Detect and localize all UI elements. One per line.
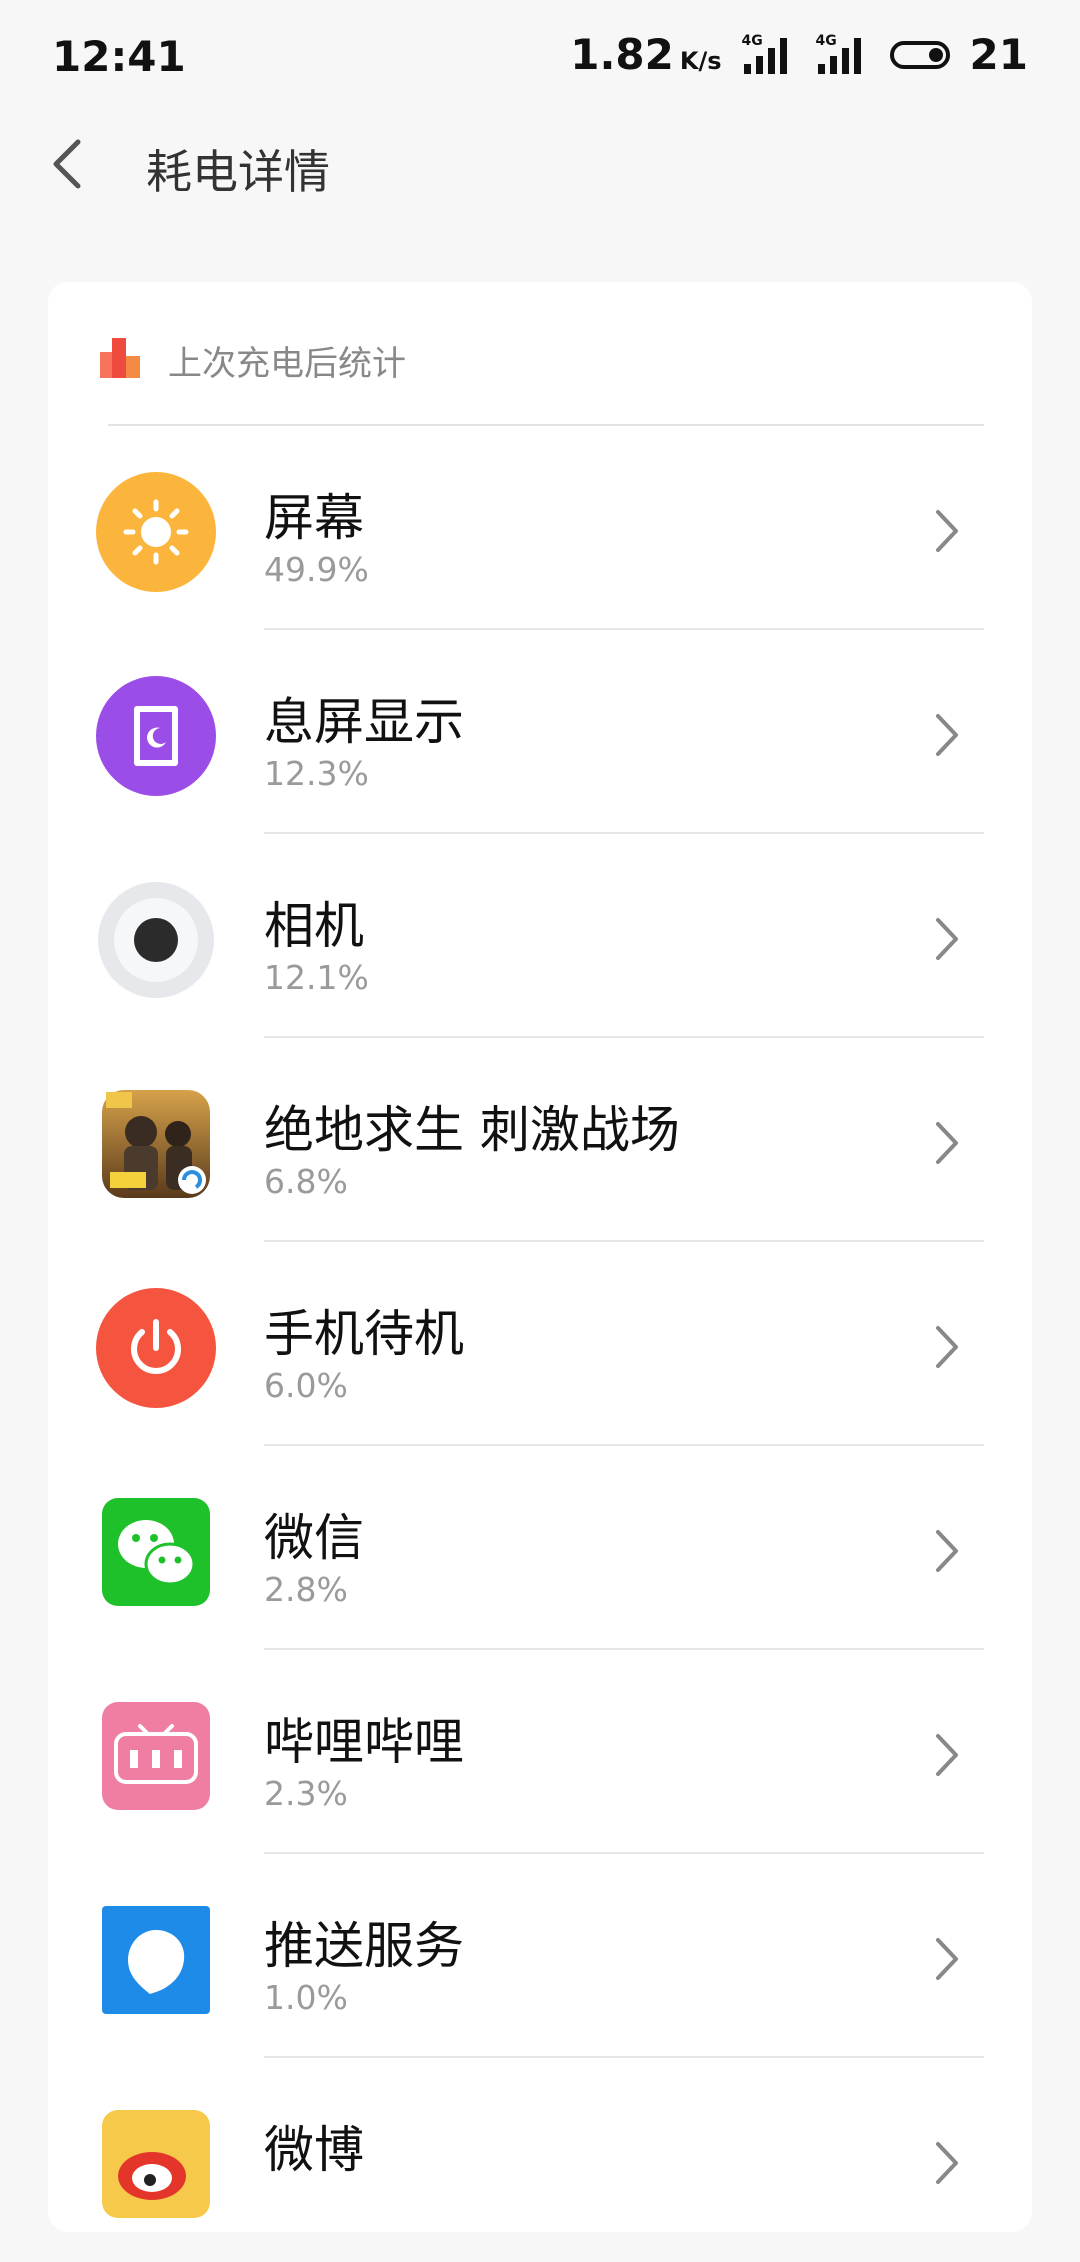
- bilibili-icon: [102, 1702, 210, 1810]
- usage-item-screen[interactable]: 屏幕 49.9%: [48, 426, 1032, 630]
- status-indicators: 1.82 K/s 4G 4G 21: [570, 30, 1028, 79]
- network-speed-value: 1.82: [570, 30, 674, 79]
- weibo-icon: [102, 2110, 210, 2218]
- chevron-right-icon: [936, 1734, 958, 1776]
- usage-item-name: 微信: [264, 1509, 364, 1567]
- status-time: 12:41: [52, 32, 186, 81]
- usage-item-push-service[interactable]: 推送服务 1.0%: [48, 1854, 1032, 2058]
- usage-item-weibo[interactable]: 微博: [48, 2058, 1032, 2262]
- network-speed-unit: K/s: [679, 47, 722, 75]
- brightness-icon: [96, 472, 216, 592]
- signal-icon: 4G: [742, 34, 796, 76]
- usage-item-wechat[interactable]: 微信 2.8%: [48, 1446, 1032, 1650]
- chevron-right-icon: [936, 714, 958, 756]
- network-speed: 1.82 K/s: [570, 30, 721, 79]
- chevron-right-icon: [936, 918, 958, 960]
- network-type-label-2: 4G: [815, 32, 837, 49]
- usage-item-camera[interactable]: 相机 12.1%: [48, 834, 1032, 1038]
- battery-level: 21: [969, 30, 1028, 79]
- usage-item-ambient-display[interactable]: 息屏显示 12.3%: [48, 630, 1032, 834]
- chevron-right-icon: [936, 1938, 958, 1980]
- chevron-right-icon: [936, 2142, 958, 2184]
- usage-item-percent: 2.3%: [264, 1774, 348, 1813]
- chevron-right-icon: [936, 510, 958, 552]
- usage-item-percent: 1.0%: [264, 1978, 348, 2017]
- usage-item-percent: 6.0%: [264, 1366, 348, 1405]
- status-bar: 12:41 1.82 K/s 4G 4G 21: [0, 0, 1080, 112]
- card-header: 上次充电后统计: [48, 282, 1032, 426]
- camera-icon: [98, 882, 214, 998]
- usage-item-percent: 2.8%: [264, 1570, 348, 1609]
- signal-icon-2: 4G: [816, 34, 870, 76]
- usage-item-pubg[interactable]: 绝地求生 刺激战场 6.8%: [48, 1038, 1032, 1242]
- push-service-icon: [102, 1906, 210, 2014]
- battery-usage-card: 上次充电后统计 屏幕 49.9% 息屏显示 12.3% 相机 12.1% 绝地求…: [48, 282, 1032, 2232]
- pubg-app-icon: [102, 1090, 210, 1198]
- usage-item-standby[interactable]: 手机待机 6.0%: [48, 1242, 1032, 1446]
- since-charge-label: 上次充电后统计: [168, 344, 406, 384]
- usage-item-percent: 49.9%: [264, 550, 369, 589]
- usage-item-name: 推送服务: [264, 1917, 464, 1975]
- usage-item-name: 绝地求生 刺激战场: [264, 1101, 680, 1159]
- battery-icon: [889, 40, 950, 69]
- chevron-right-icon: [936, 1530, 958, 1572]
- page-title: 耗电详情: [146, 145, 330, 199]
- usage-item-bilibili[interactable]: 哔哩哔哩 2.3%: [48, 1650, 1032, 1854]
- usage-item-name: 息屏显示: [264, 693, 464, 751]
- power-icon: [96, 1288, 216, 1408]
- usage-item-percent: 12.1%: [264, 958, 369, 997]
- wechat-icon: [102, 1498, 210, 1606]
- network-type-label: 4G: [741, 32, 763, 49]
- usage-item-name: 哔哩哔哩: [264, 1713, 464, 1771]
- usage-item-name: 相机: [264, 897, 364, 955]
- chevron-right-icon: [936, 1122, 958, 1164]
- usage-item-percent: 12.3%: [264, 754, 369, 793]
- stats-icon: [100, 338, 140, 378]
- chevron-right-icon: [936, 1326, 958, 1368]
- usage-item-percent: 6.8%: [264, 1162, 348, 1201]
- back-arrow-icon[interactable]: [44, 134, 100, 194]
- ambient-display-icon: [96, 676, 216, 796]
- app-header: 耗电详情: [0, 112, 1080, 216]
- usage-item-name: 手机待机: [264, 1305, 464, 1363]
- usage-item-name: 微博: [264, 2121, 364, 2179]
- usage-item-name: 屏幕: [264, 489, 364, 547]
